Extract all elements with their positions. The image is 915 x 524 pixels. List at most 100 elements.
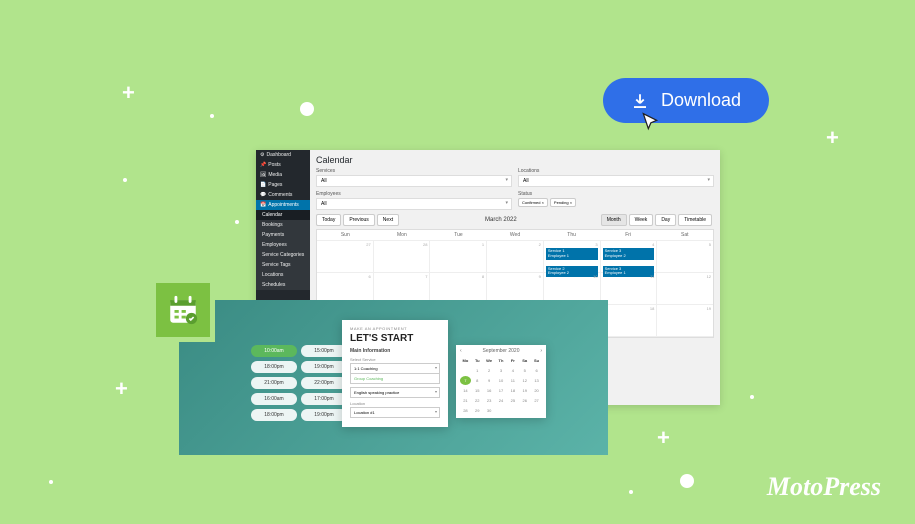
calendar-cell[interactable]: 27 xyxy=(317,241,374,272)
next-button[interactable]: Next xyxy=(377,214,399,226)
booking-widget: 10:00am15:00pm16:00pm18:00pm19:00pm20:00… xyxy=(179,300,608,455)
submenu-bookings[interactable]: Bookings xyxy=(256,220,310,230)
chevron-right-icon[interactable]: › xyxy=(540,348,542,354)
mini-cal-day[interactable]: 10 xyxy=(496,376,507,385)
mini-cal-day[interactable]: 28 xyxy=(460,406,471,415)
submenu-service-tags[interactable]: Service Tags xyxy=(256,260,310,270)
mini-cal-day[interactable]: 22 xyxy=(472,396,483,405)
mini-cal-day[interactable]: 14 xyxy=(460,386,471,395)
filter-locations[interactable]: All xyxy=(518,175,714,187)
view-day[interactable]: Day xyxy=(655,214,676,226)
time-slot[interactable]: 21:00pm xyxy=(251,377,297,389)
view-timetable[interactable]: Timetable xyxy=(678,214,712,226)
calendar-cell[interactable]: 1 xyxy=(430,241,487,272)
calendar-cell[interactable]: 18 xyxy=(601,305,658,336)
calendar-cell[interactable]: 5 xyxy=(657,241,713,272)
motopress-logo: MotoPress xyxy=(767,472,881,502)
submenu-calendar[interactable]: Calendar xyxy=(256,210,310,220)
submenu-locations[interactable]: Locations xyxy=(256,270,310,280)
mini-cal-day[interactable]: 13 xyxy=(531,376,542,385)
filter-label-employees: Employees xyxy=(316,191,512,197)
submenu-service-categories[interactable]: Service Categories xyxy=(256,250,310,260)
mini-cal-day[interactable]: 5 xyxy=(519,366,530,375)
mini-cal-day[interactable]: 20 xyxy=(531,386,542,395)
service-select[interactable]: 1:1 Coaching xyxy=(350,363,440,374)
mini-cal-day[interactable]: 24 xyxy=(496,396,507,405)
mini-cal-day xyxy=(460,366,471,375)
plus-icon: + xyxy=(122,80,135,106)
mini-cal-day[interactable]: 26 xyxy=(519,396,530,405)
time-slot[interactable]: 18:00pm xyxy=(251,361,297,373)
location-label: Location xyxy=(350,401,440,406)
filter-label-services: Services xyxy=(316,168,512,174)
calendar-cell[interactable]: 2 xyxy=(487,241,544,272)
filter-services[interactable]: All xyxy=(316,175,512,187)
filter-label-locations: Locations xyxy=(518,168,714,174)
mini-cal-day[interactable]: 16 xyxy=(484,386,495,395)
mini-cal-day[interactable]: 11 xyxy=(507,376,518,385)
mini-cal-day[interactable]: 15 xyxy=(472,386,483,395)
filter-status[interactable]: Confirmed ×Pending × xyxy=(518,198,714,207)
mini-cal-day[interactable]: 4 xyxy=(507,366,518,375)
mini-cal-day[interactable]: 7 xyxy=(460,376,471,385)
location-select[interactable]: Location #1 xyxy=(350,407,440,418)
sidebar-item-dashboard[interactable]: ⚙Dashboard xyxy=(256,150,310,160)
mini-cal-day[interactable]: 9 xyxy=(484,376,495,385)
service-option[interactable]: Group Coaching xyxy=(350,374,440,384)
calendar-cell[interactable]: 28 xyxy=(374,241,431,272)
time-slot[interactable]: 18:00pm xyxy=(251,409,297,421)
mini-cal-day[interactable]: 18 xyxy=(507,386,518,395)
lang-select[interactable]: English speaking practice xyxy=(350,387,440,398)
sidebar-item-appointments[interactable]: 📅Appointments xyxy=(256,200,310,210)
sidebar-item-comments[interactable]: 💬Comments xyxy=(256,190,310,200)
mini-cal-day[interactable]: 29 xyxy=(472,406,483,415)
mini-cal-day[interactable]: 2 xyxy=(484,366,495,375)
mini-cal-day[interactable]: 12 xyxy=(519,376,530,385)
chevron-left-icon[interactable]: ‹ xyxy=(460,348,462,354)
deco-dot xyxy=(629,490,633,494)
mini-day-header: Fr xyxy=(507,356,518,365)
submenu-schedules[interactable]: Schedules xyxy=(256,280,310,290)
mini-cal-day[interactable]: 3 xyxy=(496,366,507,375)
time-slot[interactable]: 10:00am xyxy=(251,345,297,357)
mini-cal-day[interactable]: 21 xyxy=(460,396,471,405)
time-slot[interactable]: 16:00am xyxy=(251,393,297,405)
day-header: Sat xyxy=(656,230,713,240)
calendar-cell[interactable]: 12 xyxy=(657,273,713,304)
mini-cal-day[interactable]: 27 xyxy=(531,396,542,405)
time-slot[interactable]: 19:00pm xyxy=(301,361,347,373)
time-slot[interactable]: 17:00pm xyxy=(301,393,347,405)
mini-cal-day[interactable]: 23 xyxy=(484,396,495,405)
time-slot[interactable]: 19:00pm xyxy=(301,409,347,421)
mini-cal-day[interactable]: 25 xyxy=(507,396,518,405)
mini-cal-day[interactable]: 19 xyxy=(519,386,530,395)
view-month[interactable]: Month xyxy=(601,214,627,226)
download-button[interactable]: Download xyxy=(603,78,769,123)
time-slot[interactable]: 15:00pm xyxy=(301,345,347,357)
status-tag[interactable]: Pending × xyxy=(550,198,576,207)
status-tag[interactable]: Confirmed × xyxy=(518,198,548,207)
sidebar-item-pages[interactable]: 📄Pages xyxy=(256,180,310,190)
time-slot[interactable]: 22:00pm xyxy=(301,377,347,389)
deco-dot xyxy=(210,114,214,118)
filter-employees[interactable]: All xyxy=(316,198,512,210)
prev-button[interactable]: Previous xyxy=(343,214,374,226)
mini-cal-day[interactable]: 6 xyxy=(531,366,542,375)
mini-calendar: ‹ September 2020 › MoTuWeThFrSaSu1234567… xyxy=(456,345,546,418)
mini-cal-day xyxy=(519,406,530,415)
calendar-cell[interactable]: 11 xyxy=(601,273,658,304)
mini-cal-day[interactable]: 17 xyxy=(496,386,507,395)
mini-cal-day[interactable]: 1 xyxy=(472,366,483,375)
submenu-employees[interactable]: Employees xyxy=(256,240,310,250)
calendar-cell[interactable]: 3Service 1Employee 1Service 2Employee 2 xyxy=(544,241,601,272)
view-week[interactable]: Week xyxy=(629,214,654,226)
submenu-payments[interactable]: Payments xyxy=(256,230,310,240)
calendar-cell[interactable]: 19 xyxy=(657,305,713,336)
today-button[interactable]: Today xyxy=(316,214,341,226)
mini-cal-day[interactable]: 8 xyxy=(472,376,483,385)
mini-cal-day[interactable]: 30 xyxy=(484,406,495,415)
deco-dot xyxy=(123,178,127,182)
calendar-cell[interactable]: 4Service 3Employee 2Service 3Employee 1 xyxy=(601,241,658,272)
sidebar-item-media[interactable]: 🖼Media xyxy=(256,170,310,180)
sidebar-item-posts[interactable]: 📌Posts xyxy=(256,160,310,170)
